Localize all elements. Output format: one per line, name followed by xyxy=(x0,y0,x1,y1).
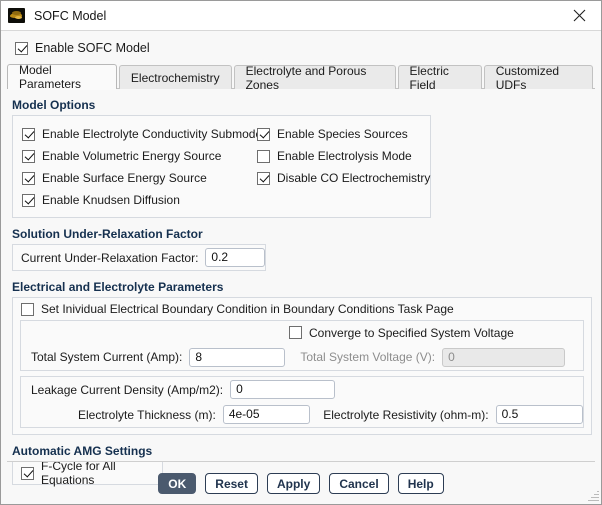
option-label: Enable Volumetric Energy Source xyxy=(42,149,222,163)
total-system-current-label: Total System Current (Amp): xyxy=(31,350,183,364)
tab-electric-field[interactable]: Electric Field xyxy=(397,64,482,92)
electrical-parameters-panel: Set Inividual Electrical Boundary Condit… xyxy=(12,297,592,435)
option-label: Enable Electrolysis Mode xyxy=(277,149,412,163)
fluent-app-icon xyxy=(8,8,25,23)
title-bar: SOFC Model xyxy=(1,1,601,31)
resize-grip[interactable] xyxy=(587,490,599,502)
enable-sofc-model-checkbox[interactable] xyxy=(15,41,28,55)
leakage-current-density-label: Leakage Current Density (Amp/m2): xyxy=(31,382,224,397)
help-button[interactable]: Help xyxy=(397,473,444,494)
model-options-title: Model Options xyxy=(12,98,96,112)
converge-voltage-checkbox[interactable] xyxy=(289,326,302,339)
window-title: SOFC Model xyxy=(34,8,107,23)
cancel-button[interactable]: Cancel xyxy=(329,473,389,494)
converge-voltage-label: Converge to Specified System Voltage xyxy=(309,325,514,340)
electrical-parameters-title: Electrical and Electrolyte Parameters xyxy=(12,280,224,294)
under-relaxation-title: Solution Under-Relaxation Factor xyxy=(12,227,203,241)
option-knudsen-diffusion[interactable]: Enable Knudsen Diffusion xyxy=(22,189,254,211)
electrolyte-conductivity-submodel-checkbox[interactable] xyxy=(22,127,35,141)
disable-co-electrochemistry-checkbox[interactable] xyxy=(257,171,270,185)
button-bar-separator xyxy=(7,461,595,462)
knudsen-diffusion-checkbox[interactable] xyxy=(22,193,35,207)
individual-bc-row[interactable]: Set Inividual Electrical Boundary Condit… xyxy=(13,298,591,320)
model-options-panel: Enable Electrolyte Conductivity Submodel… xyxy=(12,115,431,218)
electrolyte-properties-box: Leakage Current Density (Amp/m2): 0 Elec… xyxy=(20,376,584,428)
sofc-model-dialog: SOFC Model Enable SOFC Model Model Param… xyxy=(0,0,602,505)
option-label: Enable Species Sources xyxy=(277,127,408,141)
enable-sofc-model-label: Enable SOFC Model xyxy=(35,41,150,55)
tab-electrolyte-and-porous-zones[interactable]: Electrolyte and Porous Zones xyxy=(233,64,396,92)
option-disable-co-electrochemistry[interactable]: Disable CO Electrochemistry xyxy=(257,167,430,189)
tab-strip: Model Parameters Electrochemistry Electr… xyxy=(7,63,595,92)
species-sources-checkbox[interactable] xyxy=(257,127,270,141)
under-relaxation-input[interactable]: 0.2 xyxy=(205,248,265,267)
ok-button[interactable]: OK xyxy=(158,473,197,494)
under-relaxation-label: Current Under-Relaxation Factor: xyxy=(21,250,199,265)
leakage-current-density-input[interactable]: 0 xyxy=(230,380,336,399)
dialog-button-bar: OK Reset Apply Cancel Help xyxy=(1,473,601,494)
option-label: Enable Surface Energy Source xyxy=(42,171,207,185)
individual-bc-label: Set Inividual Electrical Boundary Condit… xyxy=(41,302,454,316)
volumetric-energy-source-checkbox[interactable] xyxy=(22,149,35,163)
option-label: Enable Electrolyte Conductivity Submodel xyxy=(42,127,265,141)
total-system-voltage-label: Total System Voltage (V): xyxy=(300,350,436,364)
surface-energy-source-checkbox[interactable] xyxy=(22,171,35,185)
tab-electrochemistry[interactable]: Electrochemistry xyxy=(118,65,232,89)
electrolyte-thickness-input[interactable]: 4e-05 xyxy=(222,405,311,424)
option-electrolysis-mode[interactable]: Enable Electrolysis Mode xyxy=(257,145,430,167)
total-system-current-input[interactable]: 8 xyxy=(189,347,286,367)
individual-bc-checkbox[interactable] xyxy=(21,302,34,316)
option-electrolyte-conductivity-submodel[interactable]: Enable Electrolyte Conductivity Submodel xyxy=(22,123,265,145)
enable-sofc-model-row[interactable]: Enable SOFC Model xyxy=(1,31,601,64)
electrolysis-mode-checkbox[interactable] xyxy=(257,149,270,163)
tab-customized-udfs[interactable]: Customized UDFs xyxy=(483,64,593,92)
under-relaxation-panel: Current Under-Relaxation Factor: 0.2 xyxy=(12,244,266,271)
option-surface-energy-source[interactable]: Enable Surface Energy Source xyxy=(22,167,254,189)
reset-button[interactable]: Reset xyxy=(205,473,258,494)
system-current-voltage-box: Converge to Specified System Voltage Tot… xyxy=(20,320,584,371)
electrolyte-thickness-label: Electrolyte Thickness (m): xyxy=(78,407,216,422)
close-icon[interactable] xyxy=(557,1,601,29)
option-species-sources[interactable]: Enable Species Sources xyxy=(257,123,430,145)
converge-voltage-row[interactable]: Converge to Specified System Voltage xyxy=(21,321,583,344)
option-label: Enable Knudsen Diffusion xyxy=(42,193,180,207)
electrolyte-resistivity-label: Electrolyte Resistivity (ohm-m): xyxy=(323,407,489,422)
option-volumetric-energy-source[interactable]: Enable Volumetric Energy Source xyxy=(22,145,254,167)
apply-button[interactable]: Apply xyxy=(266,473,321,494)
total-system-voltage-input: 0 xyxy=(442,347,566,367)
electrolyte-resistivity-input[interactable]: 0.5 xyxy=(495,405,583,424)
tab-model-parameters[interactable]: Model Parameters xyxy=(7,63,117,91)
option-label: Disable CO Electrochemistry xyxy=(277,171,431,185)
amg-settings-title: Automatic AMG Settings xyxy=(12,444,153,458)
